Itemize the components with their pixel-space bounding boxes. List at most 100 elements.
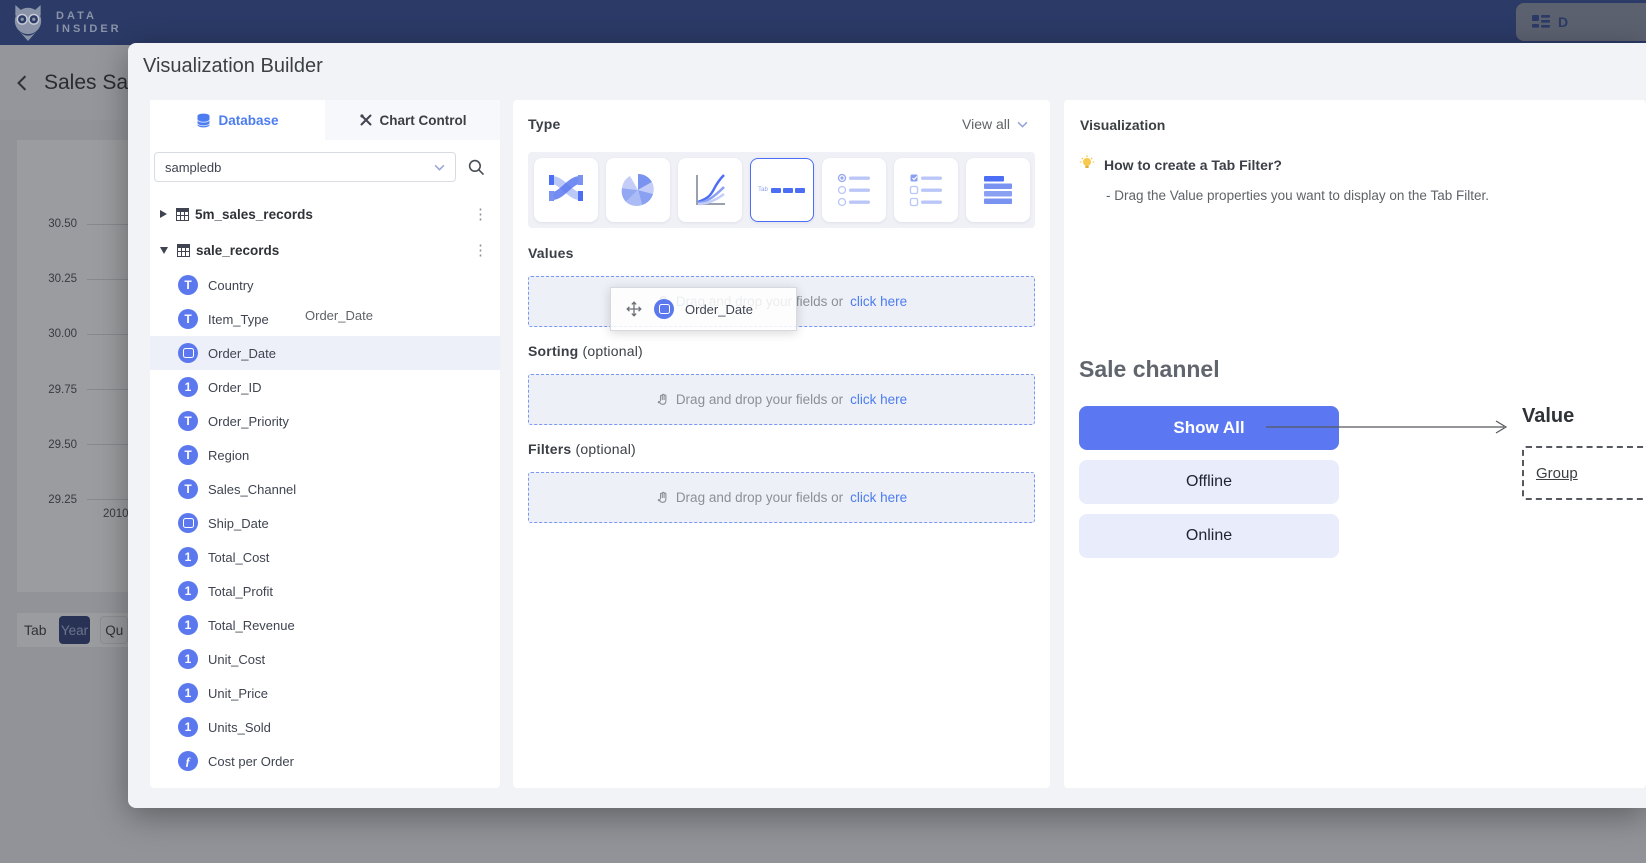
visualization-builder-modal: Visualization Builder Database: [128, 43, 1646, 808]
tools-icon: [359, 113, 373, 127]
database-select[interactable]: sampledb: [154, 152, 456, 182]
table-item-5m-sales-records[interactable]: 5m_sales_records ⋮: [150, 196, 500, 232]
grab-hand-icon: [656, 491, 669, 505]
field-item-total-cost[interactable]: 1 Total_Cost: [150, 540, 500, 574]
field-type-icon: 1: [178, 547, 198, 567]
table-icon: [176, 208, 189, 221]
field-label: Ship_Date: [208, 516, 269, 531]
field-item-sales-channel[interactable]: T Sales_Channel: [150, 472, 500, 506]
values-label: Values: [528, 245, 574, 261]
field-item-units-sold[interactable]: 1 Units_Sold: [150, 710, 500, 744]
left-panel-tabs: Database Chart Control: [150, 100, 500, 140]
field-label: Country: [208, 278, 254, 293]
chevron-down-icon: [1017, 121, 1028, 128]
dropzone-click-here-link[interactable]: click here: [850, 392, 907, 407]
field-label: Order_Priority: [208, 414, 289, 429]
chart-type-strip: Tab: [528, 152, 1035, 228]
dragging-field-chip[interactable]: Order_Date: [610, 287, 797, 331]
field-item-unit-cost[interactable]: 1 Unit_Cost: [150, 642, 500, 676]
chart-type-pie[interactable]: [606, 158, 670, 222]
field-item-order-priority[interactable]: T Order_Priority: [150, 404, 500, 438]
chart-type-checkbox-list[interactable]: [894, 158, 958, 222]
chart-type-tab-filter[interactable]: Tab: [750, 158, 814, 222]
database-panel: Database Chart Control sampledb: [150, 100, 500, 788]
tab-option-offline[interactable]: Offline: [1079, 460, 1339, 504]
tab-database[interactable]: Database: [150, 100, 325, 140]
field-item-region[interactable]: T Region: [150, 438, 500, 472]
annotation-group-label: Group: [1536, 465, 1578, 482]
chart-type-radio-list[interactable]: [822, 158, 886, 222]
field-type-icon: 1: [178, 649, 198, 669]
grab-hand-icon: [656, 393, 669, 407]
owl-logo-icon: [10, 4, 46, 42]
table-menu-icon[interactable]: ⋮: [473, 241, 488, 259]
top-navbar: DATA INSIDER D: [0, 0, 1646, 45]
visualization-panel: Visualization How to create a Tab Filter…: [1064, 100, 1646, 788]
tab-chart-control[interactable]: Chart Control: [325, 100, 500, 140]
field-item-total-revenue[interactable]: 1 Total_Revenue: [150, 608, 500, 642]
field-item-total-profit[interactable]: 1 Total_Profit: [150, 574, 500, 608]
dashboard-grid-icon: [1532, 15, 1550, 30]
widget-title: Sale channel: [1079, 356, 1220, 383]
chart-type-sankey[interactable]: [534, 158, 598, 222]
field-label: Unit_Price: [208, 686, 268, 701]
lightbulb-icon: [1079, 155, 1095, 177]
field-item-order-id[interactable]: 1 Order_ID: [150, 370, 500, 404]
dashboard-button-label: D: [1558, 14, 1568, 30]
dropzone-click-here-link[interactable]: click here: [850, 490, 907, 505]
visualization-header: Visualization: [1080, 117, 1165, 133]
chart-type-table[interactable]: [966, 158, 1030, 222]
drag-ghost-label: Order_Date: [305, 308, 373, 323]
field-type-icon: 1: [178, 377, 198, 397]
tip-title: How to create a Tab Filter?: [1104, 157, 1282, 173]
field-item-cost-per-order[interactable]: ƒ Cost per Order: [150, 744, 500, 778]
dropzone-text: Drag and drop your fields or: [676, 490, 843, 505]
brand-logo: DATA INSIDER: [10, 4, 122, 42]
filters-label: Filters (optional): [528, 441, 636, 457]
move-icon: [625, 300, 643, 318]
field-label: Units_Sold: [208, 720, 271, 735]
caret-right-icon: [160, 210, 167, 218]
tab-filter-icon: Tab: [758, 187, 805, 193]
field-type-icon: T: [178, 275, 198, 295]
field-label: Total_Profit: [208, 584, 273, 599]
line-chart-icon: [690, 170, 730, 210]
drag-chip-label: Order_Date: [685, 302, 753, 317]
chevron-down-icon: [434, 164, 445, 171]
caret-down-icon: [160, 247, 168, 254]
tab-option-online[interactable]: Online: [1079, 514, 1339, 558]
field-label: Total_Revenue: [208, 618, 295, 633]
radio-list-icon: [834, 170, 874, 210]
tip-body: - Drag the Value properties you want to …: [1106, 188, 1489, 203]
schema-tree: 5m_sales_records ⋮ sale_records ⋮ T Coun…: [150, 196, 500, 778]
table-item-sale-records[interactable]: sale_records ⋮: [150, 232, 500, 268]
builder-panel: Type View all: [513, 100, 1050, 788]
date-field-icon: [654, 299, 674, 319]
field-type-icon: 1: [178, 581, 198, 601]
filters-dropzone[interactable]: Drag and drop your fields or click here: [528, 472, 1035, 523]
search-icon[interactable]: [468, 159, 485, 176]
sankey-icon: [546, 170, 586, 210]
field-item-order-date[interactable]: Order_Date: [150, 336, 500, 370]
sorting-dropzone[interactable]: Drag and drop your fields or click here: [528, 374, 1035, 425]
field-item-unit-price[interactable]: 1 Unit_Price: [150, 676, 500, 710]
field-type-icon: T: [178, 479, 198, 499]
field-label: Total_Cost: [208, 550, 269, 565]
field-label: Sales_Channel: [208, 482, 296, 497]
dropzone-click-here-link[interactable]: click here: [850, 294, 907, 309]
field-item-country[interactable]: T Country: [150, 268, 500, 302]
table-chart-icon: [978, 170, 1018, 210]
table-menu-icon[interactable]: ⋮: [473, 205, 488, 223]
field-label: Order_ID: [208, 380, 261, 395]
tab-chart-control-label: Chart Control: [380, 113, 467, 128]
chart-type-line[interactable]: [678, 158, 742, 222]
dashboard-mode-button[interactable]: D: [1516, 3, 1646, 41]
field-item-ship-date[interactable]: Ship_Date: [150, 506, 500, 540]
pie-chart-icon: [618, 170, 658, 210]
field-type-icon: 1: [178, 683, 198, 703]
database-select-value: sampledb: [165, 160, 221, 175]
field-list: T Country T Item_Type Order_Date 1 Order…: [150, 268, 500, 778]
view-all-button[interactable]: View all: [962, 116, 1028, 132]
app-screen: Sales Sa 30.5030.2530.0029.7529.5029.25 …: [0, 0, 1646, 863]
modal-title: Visualization Builder: [143, 55, 323, 78]
